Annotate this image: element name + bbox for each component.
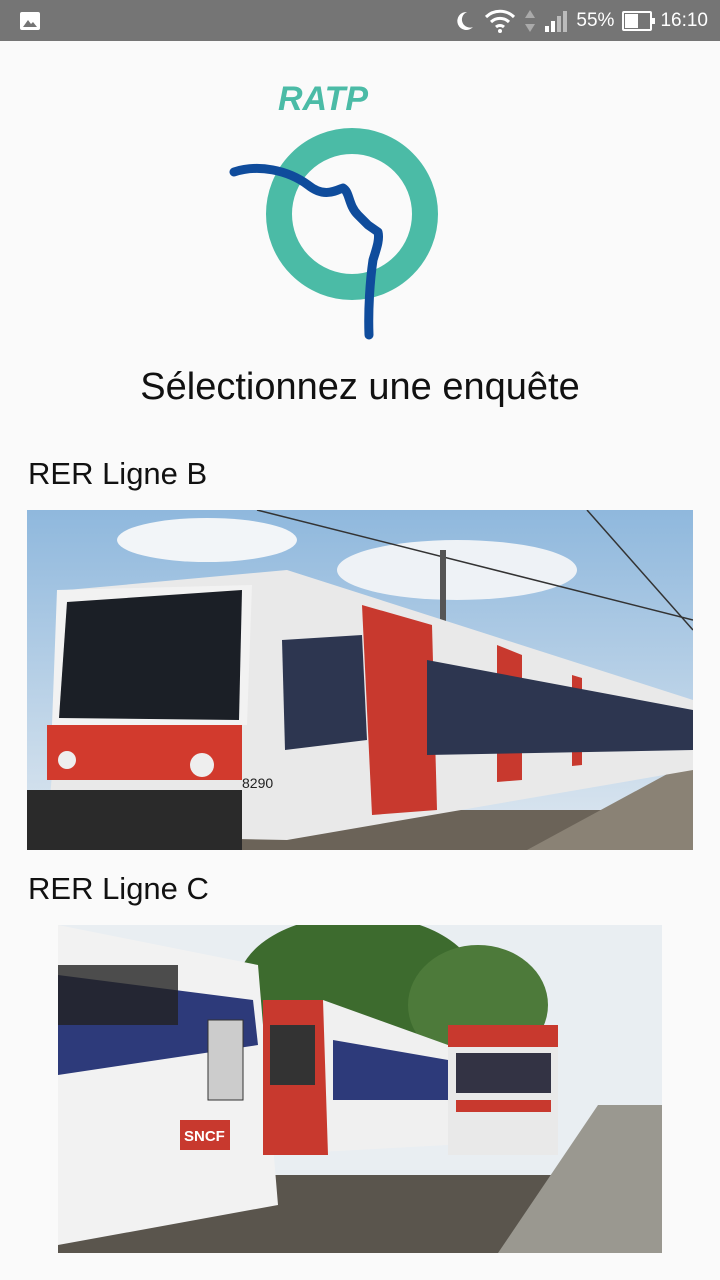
survey-image-rer-b[interactable]: 8290 xyxy=(27,510,693,850)
svg-text:SNCF: SNCF xyxy=(184,1128,225,1145)
ratp-logo: RATP xyxy=(228,80,448,340)
logo-text: RATP xyxy=(278,80,368,118)
svg-text:8290: 8290 xyxy=(242,775,273,791)
moon-icon xyxy=(452,9,476,33)
survey-label-rer-b[interactable]: RER Ligne B xyxy=(28,456,207,492)
battery-percent: 55% xyxy=(576,9,615,31)
page-title: Sélectionnez une enquête xyxy=(140,366,580,408)
survey-image-rer-c[interactable]: SNCF xyxy=(58,925,662,1253)
survey-label-rer-c[interactable]: RER Ligne C xyxy=(28,871,209,907)
data-arrows-icon xyxy=(524,8,536,34)
image-icon xyxy=(18,9,42,33)
wifi-icon xyxy=(484,8,516,34)
signal-icon xyxy=(544,9,568,33)
clock: 16:10 xyxy=(660,9,708,31)
battery-icon xyxy=(622,10,656,31)
status-bar: 55% 16:10 xyxy=(0,0,720,41)
